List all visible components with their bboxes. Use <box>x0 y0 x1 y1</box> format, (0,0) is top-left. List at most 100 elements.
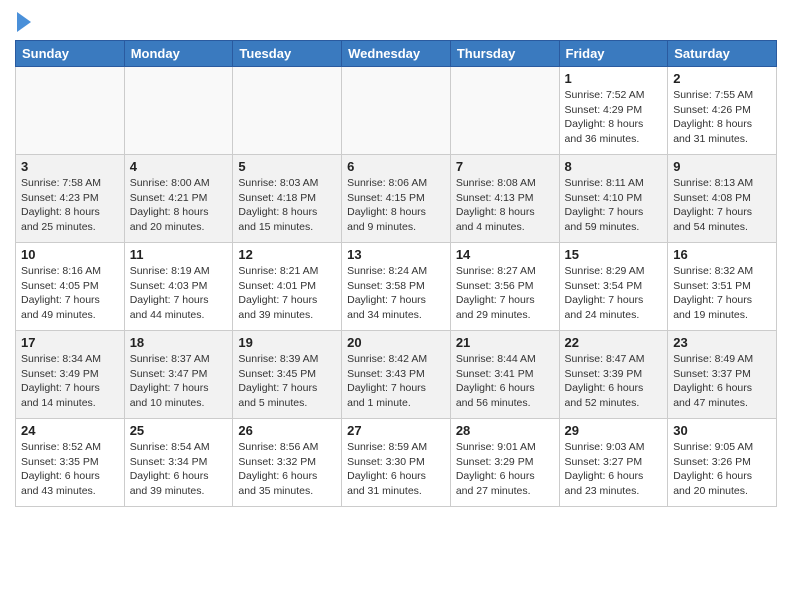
day-number: 2 <box>673 71 771 86</box>
calendar-cell: 13 Sunrise: 8:24 AM Sunset: 3:58 PM Dayli… <box>342 243 451 331</box>
day-number: 17 <box>21 335 119 350</box>
day-number: 25 <box>130 423 228 438</box>
day-info: Sunrise: 8:34 AM Sunset: 3:49 PM Dayligh… <box>21 352 119 411</box>
day-number: 18 <box>130 335 228 350</box>
calendar-cell: 18 Sunrise: 8:37 AM Sunset: 3:47 PM Dayli… <box>124 331 233 419</box>
page-header <box>15 10 777 32</box>
calendar-cell: 28 Sunrise: 9:01 AM Sunset: 3:29 PM Dayli… <box>450 419 559 507</box>
day-number: 3 <box>21 159 119 174</box>
day-number: 29 <box>565 423 663 438</box>
day-info: Sunrise: 8:19 AM Sunset: 4:03 PM Dayligh… <box>130 264 228 323</box>
calendar-cell: 22Sunrise: 8:47 AM Sunset: 3:39 PM Dayli… <box>559 331 668 419</box>
calendar-cell: 24Sunrise: 8:52 AM Sunset: 3:35 PM Dayli… <box>16 419 125 507</box>
calendar-header-monday: Monday <box>124 41 233 67</box>
calendar-cell: 25 Sunrise: 8:54 AM Sunset: 3:34 PM Dayli… <box>124 419 233 507</box>
day-info: Sunrise: 7:55 AM Sunset: 4:26 PM Dayligh… <box>673 88 771 147</box>
calendar-cell: 5 Sunrise: 8:03 AM Sunset: 4:18 PM Daylig… <box>233 155 342 243</box>
day-info: Sunrise: 8:29 AM Sunset: 3:54 PM Dayligh… <box>565 264 663 323</box>
calendar-cell: 23 Sunrise: 8:49 AM Sunset: 3:37 PM Dayli… <box>668 331 777 419</box>
calendar-week-4: 17 Sunrise: 8:34 AM Sunset: 3:49 PM Dayli… <box>16 331 777 419</box>
day-info: Sunrise: 8:08 AM Sunset: 4:13 PM Dayligh… <box>456 176 554 235</box>
day-number: 7 <box>456 159 554 174</box>
calendar-cell <box>124 67 233 155</box>
day-number: 27 <box>347 423 445 438</box>
calendar-cell: 30Sunrise: 9:05 AM Sunset: 3:26 PM Dayli… <box>668 419 777 507</box>
calendar-cell: 4 Sunrise: 8:00 AM Sunset: 4:21 PM Daylig… <box>124 155 233 243</box>
calendar-header-sunday: Sunday <box>16 41 125 67</box>
day-number: 24 <box>21 423 119 438</box>
day-number: 14 <box>456 247 554 262</box>
calendar-cell: 1 Sunrise: 7:52 AM Sunset: 4:29 PM Daylig… <box>559 67 668 155</box>
day-info: Sunrise: 8:32 AM Sunset: 3:51 PM Dayligh… <box>673 264 771 323</box>
calendar-header-wednesday: Wednesday <box>342 41 451 67</box>
day-info: Sunrise: 8:11 AM Sunset: 4:10 PM Dayligh… <box>565 176 663 235</box>
day-info: Sunrise: 7:52 AM Sunset: 4:29 PM Dayligh… <box>565 88 663 147</box>
day-number: 21 <box>456 335 554 350</box>
day-info: Sunrise: 7:58 AM Sunset: 4:23 PM Dayligh… <box>21 176 119 235</box>
calendar-cell <box>342 67 451 155</box>
day-number: 6 <box>347 159 445 174</box>
calendar-cell: 10 Sunrise: 8:16 AM Sunset: 4:05 PM Dayli… <box>16 243 125 331</box>
day-number: 28 <box>456 423 554 438</box>
day-number: 26 <box>238 423 336 438</box>
day-number: 1 <box>565 71 663 86</box>
calendar-cell: 8 Sunrise: 8:11 AM Sunset: 4:10 PM Daylig… <box>559 155 668 243</box>
day-number: 12 <box>238 247 336 262</box>
day-info: Sunrise: 8:54 AM Sunset: 3:34 PM Dayligh… <box>130 440 228 499</box>
day-info: Sunrise: 8:16 AM Sunset: 4:05 PM Dayligh… <box>21 264 119 323</box>
calendar-week-1: 1 Sunrise: 7:52 AM Sunset: 4:29 PM Daylig… <box>16 67 777 155</box>
day-info: Sunrise: 8:56 AM Sunset: 3:32 PM Dayligh… <box>238 440 336 499</box>
day-info: Sunrise: 8:03 AM Sunset: 4:18 PM Dayligh… <box>238 176 336 235</box>
calendar-cell: 12 Sunrise: 8:21 AM Sunset: 4:01 PM Dayli… <box>233 243 342 331</box>
calendar-cell: 9 Sunrise: 8:13 AM Sunset: 4:08 PM Daylig… <box>668 155 777 243</box>
day-number: 5 <box>238 159 336 174</box>
day-info: Sunrise: 8:13 AM Sunset: 4:08 PM Dayligh… <box>673 176 771 235</box>
calendar-header-row: SundayMondayTuesdayWednesdayThursdayFrid… <box>16 41 777 67</box>
day-number: 10 <box>21 247 119 262</box>
calendar-cell: 27 Sunrise: 8:59 AM Sunset: 3:30 PM Dayli… <box>342 419 451 507</box>
calendar-cell: 26 Sunrise: 8:56 AM Sunset: 3:32 PM Dayli… <box>233 419 342 507</box>
calendar-cell: 14Sunrise: 8:27 AM Sunset: 3:56 PM Dayli… <box>450 243 559 331</box>
calendar-header-thursday: Thursday <box>450 41 559 67</box>
calendar-cell: 3 Sunrise: 7:58 AM Sunset: 4:23 PM Daylig… <box>16 155 125 243</box>
day-number: 13 <box>347 247 445 262</box>
day-number: 9 <box>673 159 771 174</box>
calendar-cell: 15 Sunrise: 8:29 AM Sunset: 3:54 PM Dayli… <box>559 243 668 331</box>
calendar-header-tuesday: Tuesday <box>233 41 342 67</box>
day-info: Sunrise: 8:37 AM Sunset: 3:47 PM Dayligh… <box>130 352 228 411</box>
day-number: 4 <box>130 159 228 174</box>
day-number: 16 <box>673 247 771 262</box>
day-number: 15 <box>565 247 663 262</box>
calendar-table: SundayMondayTuesdayWednesdayThursdayFrid… <box>15 40 777 507</box>
day-info: Sunrise: 8:21 AM Sunset: 4:01 PM Dayligh… <box>238 264 336 323</box>
calendar-cell: 17 Sunrise: 8:34 AM Sunset: 3:49 PM Dayli… <box>16 331 125 419</box>
day-info: Sunrise: 9:01 AM Sunset: 3:29 PM Dayligh… <box>456 440 554 499</box>
calendar-cell: 29Sunrise: 9:03 AM Sunset: 3:27 PM Dayli… <box>559 419 668 507</box>
logo <box>15 14 31 32</box>
day-info: Sunrise: 8:49 AM Sunset: 3:37 PM Dayligh… <box>673 352 771 411</box>
calendar-cell <box>450 67 559 155</box>
day-number: 23 <box>673 335 771 350</box>
day-number: 8 <box>565 159 663 174</box>
calendar-header-saturday: Saturday <box>668 41 777 67</box>
calendar-cell <box>16 67 125 155</box>
day-info: Sunrise: 8:39 AM Sunset: 3:45 PM Dayligh… <box>238 352 336 411</box>
calendar-cell: 20 Sunrise: 8:42 AM Sunset: 3:43 PM Dayli… <box>342 331 451 419</box>
day-number: 20 <box>347 335 445 350</box>
calendar-week-2: 3 Sunrise: 7:58 AM Sunset: 4:23 PM Daylig… <box>16 155 777 243</box>
day-number: 22 <box>565 335 663 350</box>
calendar-cell: 19Sunrise: 8:39 AM Sunset: 3:45 PM Dayli… <box>233 331 342 419</box>
day-info: Sunrise: 8:24 AM Sunset: 3:58 PM Dayligh… <box>347 264 445 323</box>
day-info: Sunrise: 8:42 AM Sunset: 3:43 PM Dayligh… <box>347 352 445 411</box>
day-info: Sunrise: 8:06 AM Sunset: 4:15 PM Dayligh… <box>347 176 445 235</box>
calendar-cell: 7 Sunrise: 8:08 AM Sunset: 4:13 PM Daylig… <box>450 155 559 243</box>
calendar-week-3: 10 Sunrise: 8:16 AM Sunset: 4:05 PM Dayli… <box>16 243 777 331</box>
logo-arrow-icon <box>17 12 31 32</box>
day-info: Sunrise: 8:59 AM Sunset: 3:30 PM Dayligh… <box>347 440 445 499</box>
day-info: Sunrise: 8:44 AM Sunset: 3:41 PM Dayligh… <box>456 352 554 411</box>
calendar-header-friday: Friday <box>559 41 668 67</box>
day-info: Sunrise: 8:00 AM Sunset: 4:21 PM Dayligh… <box>130 176 228 235</box>
day-number: 30 <box>673 423 771 438</box>
calendar-cell: 21 Sunrise: 8:44 AM Sunset: 3:41 PM Dayli… <box>450 331 559 419</box>
calendar-cell: 16 Sunrise: 8:32 AM Sunset: 3:51 PM Dayli… <box>668 243 777 331</box>
